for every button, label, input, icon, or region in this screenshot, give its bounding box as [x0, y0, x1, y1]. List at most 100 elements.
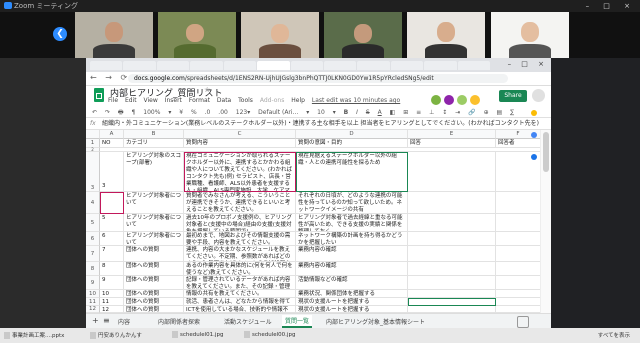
- menu-addons[interactable]: Add-ons: [260, 97, 285, 104]
- cell-purpose[interactable]: 現状の支援ルートを把握する: [296, 298, 408, 306]
- avatar[interactable]: [470, 95, 480, 105]
- download-item[interactable]: schedulel01.jpg: [172, 331, 223, 338]
- functions-icon[interactable]: ∑: [510, 109, 514, 116]
- comment-icon[interactable]: ⊕: [484, 109, 489, 116]
- increase-decimal-button[interactable]: .00: [218, 109, 228, 116]
- cell-no[interactable]: 7: [100, 246, 124, 262]
- browser-tab[interactable]: [424, 61, 457, 70]
- cell-answerer[interactable]: [496, 276, 541, 290]
- cell-header-category[interactable]: カテゴリ: [124, 139, 184, 148]
- participant-video-6[interactable]: [491, 12, 569, 58]
- cell-answer[interactable]: [408, 276, 496, 290]
- show-all-button[interactable]: すべてを表示: [598, 331, 630, 339]
- participant-video-4[interactable]: [324, 12, 402, 58]
- browser-window-controls[interactable]: – □ ×: [508, 60, 548, 68]
- zoom-select[interactable]: 100%: [143, 109, 160, 116]
- avatar[interactable]: [457, 95, 467, 105]
- print-icon[interactable]: 🖶: [118, 109, 124, 116]
- cell-answer[interactable]: [408, 290, 496, 298]
- menu-tools[interactable]: Tools: [238, 97, 253, 104]
- row-header[interactable]: 7: [86, 246, 100, 262]
- cell-no[interactable]: 3: [100, 152, 124, 192]
- cell-purpose[interactable]: 現在見据えるステークホルダー以外の組織・人との連携可能性を探るため: [296, 152, 408, 192]
- menu-file[interactable]: File: [108, 97, 118, 104]
- cell-no[interactable]: 10: [100, 290, 124, 298]
- cell-question[interactable]: 就活、患者さんは、どなたから情報を得て今の利用を把握しているのですか。: [184, 298, 296, 306]
- wrap-icon[interactable]: ↕: [442, 109, 447, 116]
- undo-icon[interactable]: ↶: [92, 109, 97, 116]
- cell-category[interactable]: 団体への質問: [124, 298, 184, 306]
- account-avatar[interactable]: [532, 89, 545, 102]
- cell-no[interactable]: 9: [100, 276, 124, 290]
- cell-no[interactable]: 8: [100, 262, 124, 276]
- cell-header-no[interactable]: NO: [100, 139, 124, 148]
- column-header[interactable]: D: [296, 130, 408, 139]
- keep-icon[interactable]: [531, 110, 537, 116]
- cell-purpose[interactable]: 業務内容の確認: [296, 246, 408, 262]
- window-controls[interactable]: – □ ×: [586, 0, 636, 12]
- cell-question[interactable]: あるの作業内容を具体的に(何を何人で何を使うなど)教えてください。: [184, 262, 296, 276]
- browser-tab[interactable]: [123, 61, 156, 70]
- row-header[interactable]: 6: [86, 232, 100, 246]
- decrease-decimal-button[interactable]: .0: [205, 109, 211, 116]
- cell-answer[interactable]: [408, 152, 496, 192]
- row-header[interactable]: 5: [86, 214, 100, 232]
- cell-answerer[interactable]: [496, 262, 541, 276]
- browser-tab[interactable]: [357, 61, 390, 70]
- paint-format-icon[interactable]: ¶: [132, 109, 136, 116]
- cell-category[interactable]: 団体への質問: [124, 276, 184, 290]
- browser-tab[interactable]: [190, 61, 223, 70]
- bold-button[interactable]: B: [344, 109, 349, 116]
- menu-data[interactable]: Data: [217, 97, 231, 104]
- chevron-down-icon[interactable]: ▾: [306, 109, 309, 116]
- tasks-icon[interactable]: [531, 132, 537, 138]
- sheets-logo-icon[interactable]: [94, 88, 104, 102]
- avatar[interactable]: [444, 95, 454, 105]
- cell-purpose[interactable]: 活動情報などの確認: [296, 276, 408, 290]
- last-edit-link[interactable]: Last edit was 10 minutes ago: [312, 97, 400, 104]
- strikethrough-button[interactable]: S: [366, 109, 370, 116]
- cell-question[interactable]: 質問者でみなさんが考える、こういうことが連携できそうか、連携できるといいと考える…: [184, 192, 296, 214]
- text-color-button[interactable]: A: [378, 109, 382, 116]
- cell-answer[interactable]: [408, 262, 496, 276]
- currency-button[interactable]: ¥: [179, 109, 183, 116]
- sheet-tab[interactable]: 内部関係者探索: [158, 317, 200, 326]
- column-header[interactable]: B: [124, 130, 184, 139]
- number-format-select[interactable]: 123▾: [236, 109, 250, 116]
- cell-answer[interactable]: [408, 214, 496, 232]
- align-icon[interactable]: ≡: [416, 109, 421, 116]
- cell-purpose[interactable]: 業務状況、関係団体を把握する: [296, 290, 408, 298]
- cell-category[interactable]: 団体への質問: [124, 262, 184, 276]
- cell-category[interactable]: 団体への質問: [124, 306, 184, 313]
- chevron-down-icon[interactable]: ▾: [333, 109, 336, 116]
- participant-video-1[interactable]: [75, 12, 153, 58]
- row-header[interactable]: 12: [86, 306, 100, 313]
- cell-no[interactable]: 11: [100, 298, 124, 306]
- cell-answerer[interactable]: [496, 232, 541, 246]
- download-item[interactable]: 円安ありんかんす: [90, 331, 142, 339]
- row-header[interactable]: 9: [86, 276, 100, 290]
- row-header[interactable]: 11: [86, 298, 100, 306]
- cell-answer[interactable]: [408, 192, 496, 214]
- all-sheets-icon[interactable]: ≡: [103, 316, 110, 325]
- participant-video-2[interactable]: [158, 12, 236, 58]
- formula-text[interactable]: 組織内・外コミュニケーション(業務レベルのステークホルダー以外)・連携する主な相…: [102, 120, 539, 127]
- cell-header-answer[interactable]: 回答: [408, 139, 496, 148]
- star-icon[interactable]: ☆: [204, 86, 210, 94]
- menu-format[interactable]: Format: [189, 97, 210, 104]
- cell-question[interactable]: 情報の共有を教えてください。: [184, 290, 296, 298]
- row-header[interactable]: 3: [86, 152, 100, 192]
- cell-answerer[interactable]: [496, 246, 541, 262]
- browser-tab[interactable]: [223, 61, 257, 70]
- explore-icon[interactable]: [517, 316, 529, 328]
- chart-icon[interactable]: ▤: [497, 109, 503, 116]
- menu-view[interactable]: View: [144, 97, 158, 104]
- cell-answer[interactable]: [408, 306, 496, 313]
- row-header[interactable]: 4: [86, 192, 100, 214]
- browser-tab[interactable]: [290, 61, 323, 70]
- column-header[interactable]: C: [184, 130, 296, 139]
- cell-answer-selected[interactable]: [408, 298, 496, 306]
- gallery-prev-button[interactable]: ❮: [53, 27, 67, 41]
- percent-button[interactable]: %: [191, 109, 197, 116]
- corner-header[interactable]: [86, 130, 100, 139]
